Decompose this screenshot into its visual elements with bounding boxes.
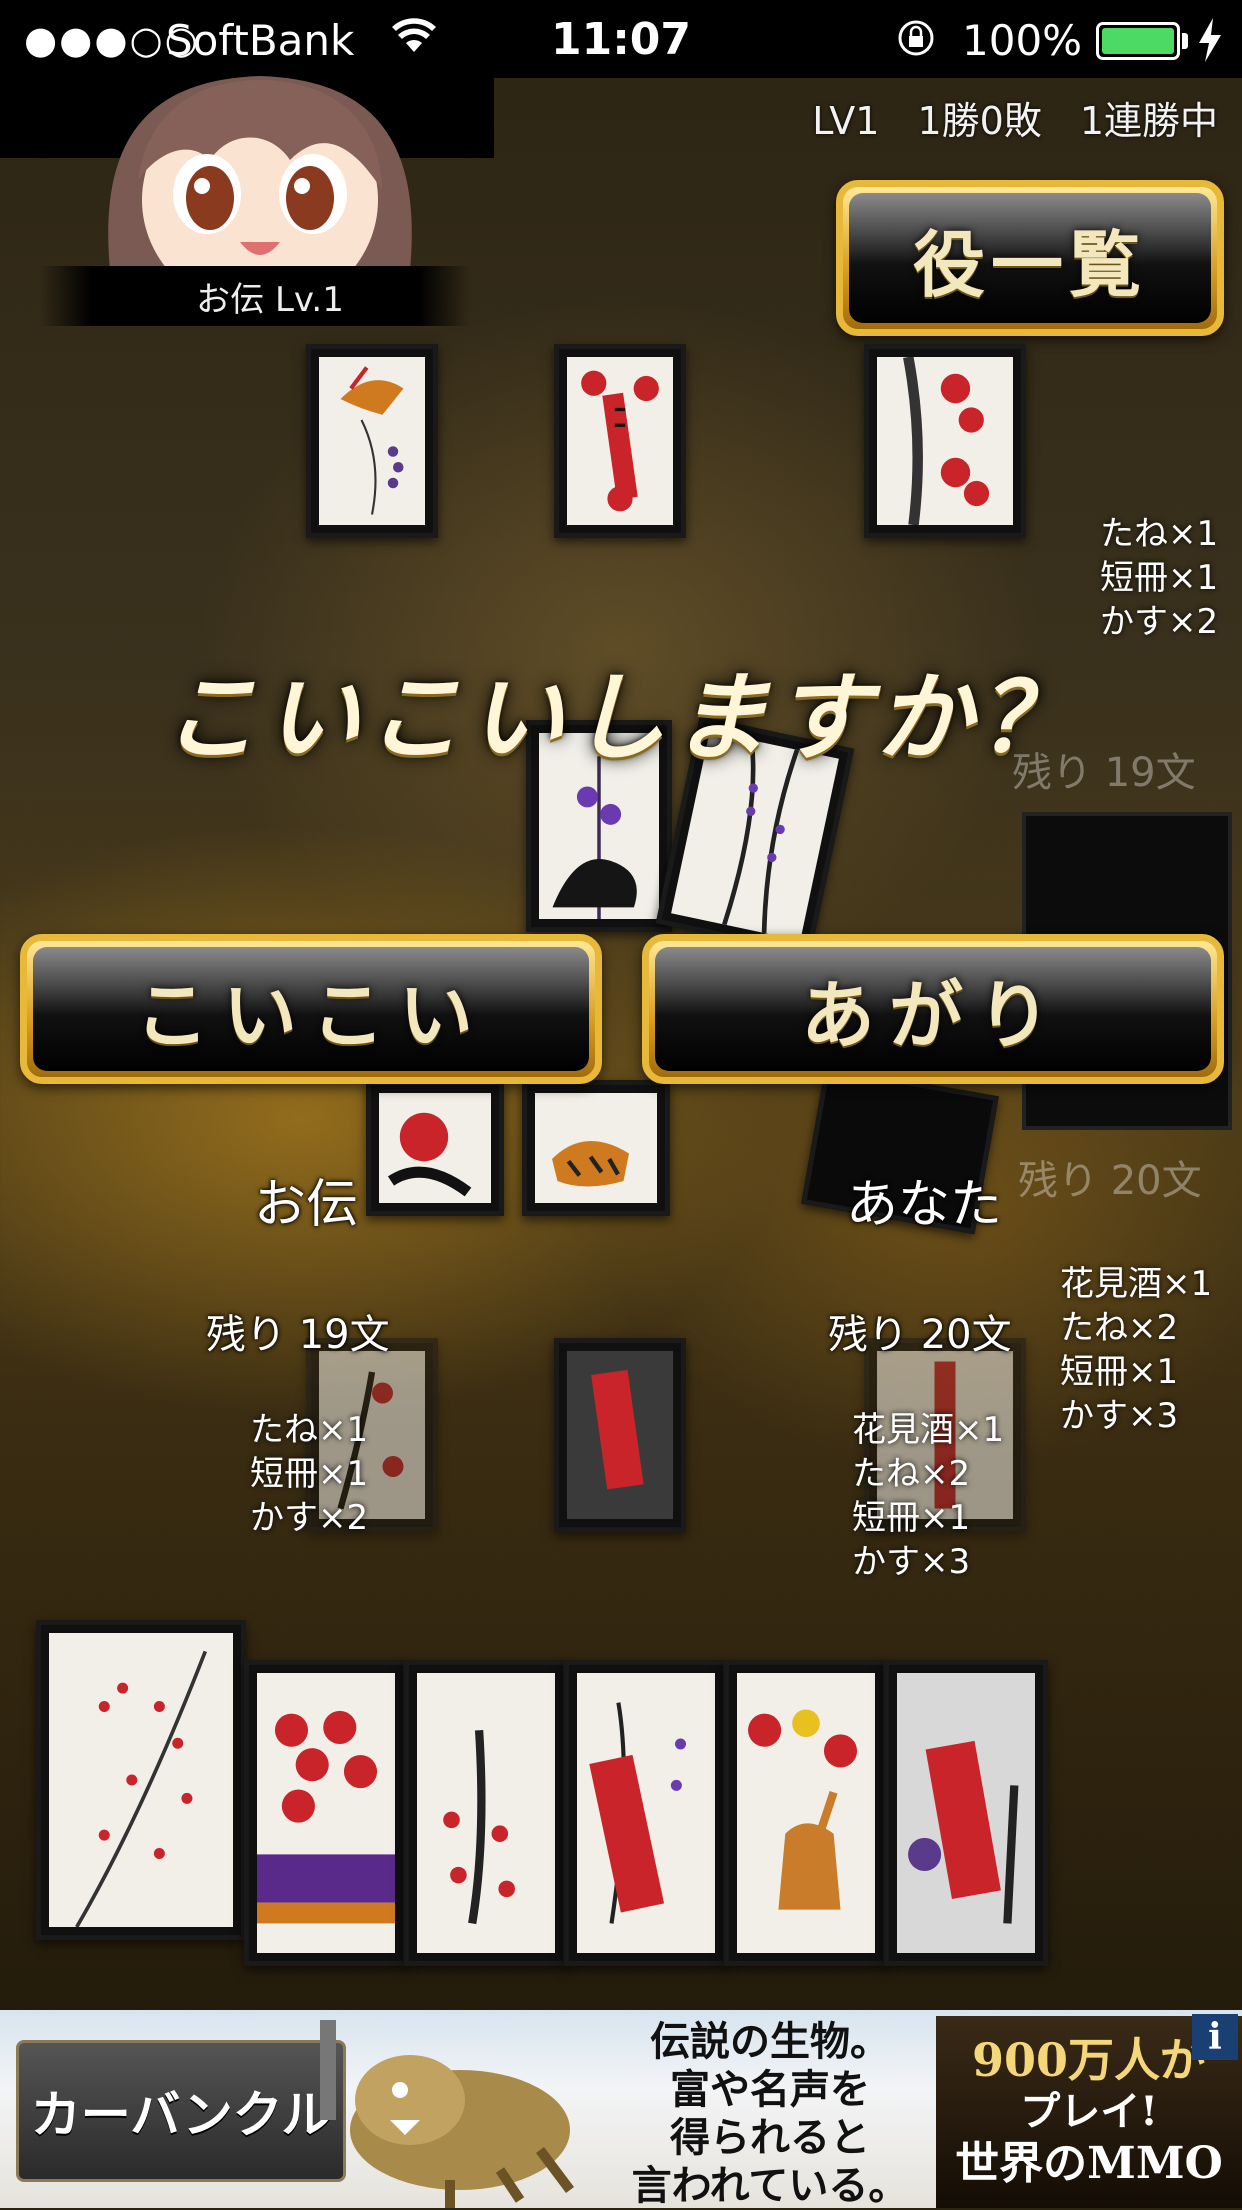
opponent-yaku-list: たね×1 短冊×1 かす×2: [250, 1408, 368, 1540]
ad-info-icon[interactable]: i: [1192, 2014, 1238, 2060]
hand-card[interactable]: [404, 1660, 568, 1966]
player-label: あなた: [846, 1175, 1003, 1235]
opponent-captured-card: [864, 344, 1026, 538]
rotation-lock-icon: [898, 20, 934, 56]
record-stats: LV1 1勝0敗 1連勝中: [812, 99, 1218, 143]
hand-card[interactable]: [36, 1620, 246, 1940]
opponent-avatar: [108, 76, 412, 270]
koikoi-label: こいこい: [33, 947, 589, 1071]
koikoi-question: こいこいしますか？: [162, 661, 1080, 774]
player-yaku-faded: 花見酒×1 たね×2 短冊×1 かす×3: [1060, 1264, 1213, 1436]
yaku-item: 花見酒×1: [852, 1410, 1005, 1450]
battery-tip: [1182, 33, 1188, 49]
yaku-item: かす×3: [852, 1542, 971, 1582]
status-bar: ●●●○○ SoftBank 11:07 100%: [0, 0, 1242, 78]
field-card: [522, 1080, 670, 1216]
player-remaining: 残り 20文: [828, 1312, 1012, 1358]
field-card: [366, 1080, 504, 1216]
battery-percent: 100%: [962, 16, 1083, 65]
hand-card[interactable]: [244, 1660, 408, 1966]
opponent-label: お伝: [254, 1175, 359, 1235]
hand-card[interactable]: [564, 1660, 728, 1966]
yaku-item: たね×2: [852, 1454, 971, 1494]
ad-copy[interactable]: 伝説の生物。 富や名声を 得られると 言われている。: [620, 2018, 920, 2210]
opponent-captured-card: [554, 344, 686, 538]
agari-button[interactable]: あがり: [642, 934, 1224, 1084]
ad-creature-image[interactable]: [300, 2010, 600, 2208]
opponent-yaku-faded: たね×1 短冊×1 かす×2: [1100, 514, 1219, 642]
yaku-item: 短冊×1: [852, 1498, 971, 1538]
hand-card[interactable]: [724, 1660, 888, 1966]
koikoi-button[interactable]: こいこい: [20, 934, 602, 1084]
opponent-captured-card: [306, 344, 438, 538]
ad-brand-logo[interactable]: カーバンクル: [16, 2040, 346, 2182]
player-remaining-faded: 残り 20文: [1018, 1158, 1202, 1204]
player-captured-card: [554, 1338, 686, 1532]
yaku-item: たね×1: [250, 1410, 369, 1450]
opponent-remaining: 残り 19文: [206, 1312, 390, 1358]
yaku-item: かす×2: [250, 1498, 369, 1538]
hand-card[interactable]: [884, 1660, 1048, 1966]
yaku-list-button[interactable]: 役一覧: [836, 180, 1224, 336]
player-yaku-list: 花見酒×1 たね×2 短冊×1 かす×3: [852, 1408, 1004, 1584]
opponent-name-level: お伝 Lv.1: [196, 280, 344, 320]
yaku-list-label: 役一覧: [849, 193, 1211, 323]
yaku-item: 短冊×1: [250, 1454, 369, 1494]
battery-icon: [1096, 22, 1180, 60]
charging-bolt-icon: [1199, 18, 1221, 62]
agari-label: あがり: [655, 947, 1211, 1071]
